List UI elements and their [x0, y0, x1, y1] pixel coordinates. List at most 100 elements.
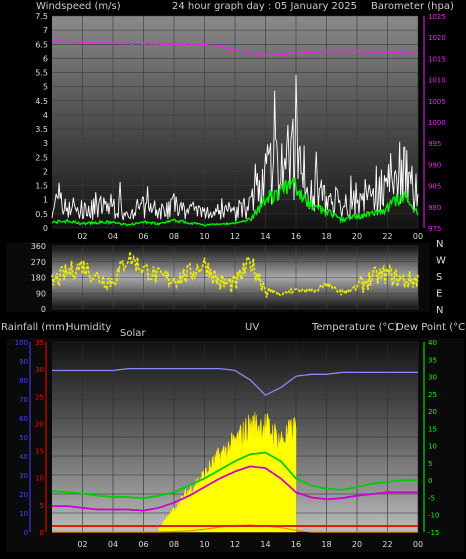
compass-letter: E [436, 289, 442, 300]
x-tick-label: 04 [108, 232, 118, 241]
rainfall-tick-label: 100 [15, 339, 28, 347]
humidity-tick-label: 0 [40, 529, 44, 537]
wind-tick-label: 7 [43, 26, 48, 35]
x-tick-label: 10 [199, 540, 209, 549]
weather-graph: Windspeed (m/s) 24 hour graph day : 05 J… [0, 0, 466, 555]
x-tick-label: 20 [352, 540, 362, 549]
x-tick-label: 10 [199, 232, 209, 241]
barometer-tick-label: 1015 [428, 55, 446, 63]
barometer-axis-ticks: 975 980 985 990 995 1000 1005 1010 1015 1020 1025 [428, 13, 446, 233]
wind-tick-label: 1.5 [35, 182, 48, 191]
uv-axis-title: UV [245, 322, 259, 333]
x-tick-label: 12 [230, 232, 240, 241]
wind-tick-label: 6.5 [35, 40, 48, 49]
barometer-tick-label: 1000 [428, 119, 446, 127]
rainfall-tick-label: 10 [19, 510, 28, 518]
compass-letters: NWSEN [436, 239, 446, 316]
chart-title: 24 hour graph day : 05 January 2025 [172, 1, 357, 12]
rainfall-tick-label: 0 [24, 529, 28, 537]
x-tick-label: 18 [321, 232, 331, 241]
compass-letter: S [436, 272, 442, 283]
rainfall-tick-label: 50 [19, 434, 28, 442]
wind-tick-label: 3.5 [35, 125, 48, 134]
wind-tick-label: 0 [43, 224, 48, 233]
x-tick-label: 02 [77, 540, 87, 549]
temperature-tick-label: -5 [428, 494, 435, 502]
wind-tick-label: 4 [43, 111, 48, 120]
x-tick-label: 06 [138, 232, 148, 241]
barometer-tick-label: 990 [428, 161, 441, 169]
barometer-axis-title: Barometer (hpa) [371, 1, 454, 12]
barometer-tick-label: 975 [428, 225, 441, 233]
rainfall-tick-label: 90 [19, 358, 28, 366]
solar-axis-title: Solar [120, 328, 146, 339]
barometer-tick-label: 985 [428, 183, 441, 191]
x-tick-label: 14 [260, 232, 270, 241]
x-tick-label: 02 [77, 232, 87, 241]
x-tick-label: 12 [230, 540, 240, 549]
wind-tick-label: 2.5 [35, 153, 48, 162]
weather-chart-svg: Windspeed (m/s) 24 hour graph day : 05 J… [1, 1, 466, 552]
compass-letter: N [436, 305, 443, 316]
rainfall-tick-label: 20 [19, 491, 28, 499]
direction-tick-label: 180 [31, 274, 46, 283]
temperature-tick-label: 20 [428, 408, 437, 416]
temperature-axis-title: Temperature (°C) [311, 322, 398, 333]
x-tick-label: 22 [382, 540, 392, 549]
humidity-tick-label: 30 [35, 366, 44, 374]
humidity-tick-label: 35 [35, 339, 44, 347]
wind-tick-label: 3 [43, 139, 48, 148]
dewpoint-axis-title: Dew Point (°C) [396, 322, 466, 333]
temperature-tick-label: 10 [428, 443, 437, 451]
x-tick-label: 16 [291, 540, 301, 549]
temperature-tick-label: -15 [428, 529, 439, 537]
temperature-tick-label: 0 [428, 477, 432, 485]
wind-panel-x-ticks: 02 04 06 08 10 12 14 16 18 20 22 00 [77, 232, 423, 241]
temperature-tick-label: -10 [428, 512, 439, 520]
rainfall-tick-label: 30 [19, 472, 28, 480]
temperature-tick-label: 30 [428, 374, 437, 382]
temperature-tick-label: 5 [428, 460, 432, 468]
direction-tick-label: 90 [36, 289, 46, 298]
humidity-tick-label: 20 [35, 420, 44, 428]
temperature-tick-label: 40 [428, 339, 437, 347]
x-tick-label: 16 [291, 232, 301, 241]
temperature-tick-label: 25 [428, 391, 437, 399]
x-tick-label: 18 [321, 540, 331, 549]
wind-tick-label: 5 [43, 83, 48, 92]
x-tick-label: 00 [413, 540, 423, 549]
x-tick-label: 08 [169, 232, 179, 241]
humidity-tick-label: 15 [35, 448, 44, 456]
wind-axis-ticks: 0 0.5 1 1.5 2 2.5 3 3.5 4 4.5 5 5.5 6 6.5 7 7.5 [35, 12, 48, 233]
wind-tick-label: 0.5 [35, 210, 48, 219]
barometer-tick-label: 1010 [428, 77, 446, 85]
rainfall-tick-label: 70 [19, 396, 28, 404]
wind-tick-label: 2 [43, 167, 48, 176]
x-tick-label: 08 [169, 540, 179, 549]
wind-tick-label: 5.5 [35, 69, 48, 78]
humidity-tick-label: 5 [40, 502, 44, 510]
temperature-tick-label: 15 [428, 425, 437, 433]
wind-tick-label: 4.5 [35, 97, 48, 106]
compass-letter: W [436, 256, 446, 267]
barometer-tick-label: 1025 [428, 13, 446, 21]
x-tick-label: 20 [352, 232, 362, 241]
humidity-tick-label: 10 [35, 475, 44, 483]
wind-axis-title: Windspeed (m/s) [36, 1, 121, 12]
direction-tick-label: 0 [41, 305, 46, 314]
barometer-tick-label: 1020 [428, 34, 446, 42]
barometer-tick-label: 980 [428, 204, 441, 212]
x-tick-label: 14 [260, 540, 270, 549]
compass-letter: N [436, 239, 443, 250]
temperature-tick-label: 35 [428, 356, 437, 364]
rainfall-tick-label: 60 [19, 415, 28, 423]
wind-tick-label: 6 [43, 54, 48, 63]
direction-tick-label: 270 [31, 258, 46, 267]
direction-tick-label: 360 [31, 242, 46, 251]
rainfall-tick-label: 80 [19, 377, 28, 385]
humidity-tick-label: 25 [35, 393, 44, 401]
humidity-axis-title: Humidity [66, 322, 111, 333]
x-tick-label: 06 [138, 540, 148, 549]
barometer-tick-label: 995 [428, 140, 441, 148]
x-tick-label: 22 [382, 232, 392, 241]
